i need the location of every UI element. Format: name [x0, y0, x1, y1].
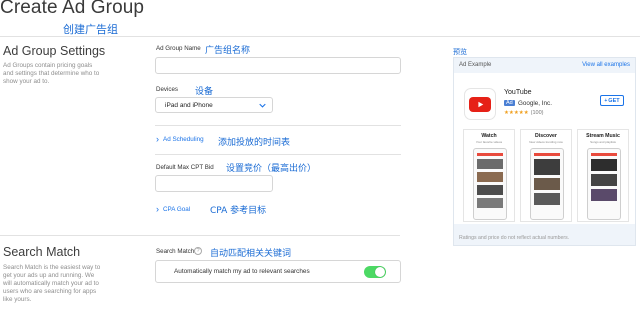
divider — [155, 125, 401, 126]
chevron-down-icon — [259, 103, 266, 108]
star-rating: ★★★★★ (100) — [504, 110, 544, 116]
youtube-logo-icon — [469, 96, 491, 112]
max-cpt-bid-label: Default Max CPT Bid — [156, 164, 214, 171]
get-button[interactable]: + GET — [600, 95, 624, 106]
page-title: Create Ad Group — [0, 0, 145, 18]
search-match-description: Search Match is the easiest way to get y… — [3, 264, 101, 303]
screenshot-title: Watch — [481, 133, 497, 139]
screenshot-discover: Discover New videos trending now — [520, 129, 572, 222]
ad-group-name-label: Ad Group Name — [156, 45, 201, 52]
search-match-toggle-text: Automatically match my ad to relevant se… — [174, 268, 310, 275]
ad-scheduling-link[interactable]: › Ad Scheduling — [156, 135, 204, 144]
screenshot-subtitle: Your favorite videos — [475, 140, 503, 144]
header-divider — [0, 36, 640, 37]
screenshot-title: Discover — [535, 133, 557, 139]
ad-group-name-input[interactable] — [155, 57, 401, 74]
ad-preview: YouTube Ad Google, Inc. ★★★★★ (100) + GET … — [454, 73, 635, 224]
ad-scheduling-annotation: 添加投放的时间表 — [218, 138, 291, 148]
search-match-label: Search Match — [156, 248, 195, 255]
card-footer-note: Ratings and price do not reflect actual … — [459, 235, 570, 241]
view-all-examples-link[interactable]: View all examples — [582, 62, 630, 68]
devices-select-value: iPad and iPhone — [165, 101, 213, 109]
page-title-annotation: 创建广告组 — [63, 23, 118, 36]
screenshot-stream-music: Stream Music Songs and playlists — [577, 129, 629, 222]
screenshot-subtitle: New videos trending now — [529, 140, 563, 144]
phone-mockup — [530, 148, 564, 220]
screenshot-title: Stream Music — [586, 133, 620, 139]
settings-description: Ad Groups contain pricing goals and sett… — [3, 62, 100, 85]
devices-annotation: 设备 — [195, 87, 214, 97]
cpa-goal-annotation: CPA 参考目标 — [210, 206, 267, 216]
phone-mockup — [587, 148, 621, 220]
card-header: Ad Example View all examples — [454, 58, 635, 72]
phone-mockup — [473, 148, 507, 220]
app-name: YouTube — [504, 89, 532, 96]
chevron-right-icon: › — [156, 204, 159, 214]
chevron-right-icon: › — [156, 134, 159, 144]
ad-badge: Ad — [504, 100, 515, 106]
ad-scheduling-label: Ad Scheduling — [163, 136, 204, 143]
screenshot-watch: Watch Your favorite videos — [463, 129, 515, 222]
max-cpt-bid-input[interactable] — [155, 175, 273, 192]
search-match-toggle[interactable] — [364, 265, 386, 278]
cpa-goal-link[interactable]: › CPA Goal — [156, 205, 190, 214]
divider — [155, 154, 401, 155]
max-cpt-bid-annotation: 设置竞价（最高出价） — [226, 164, 317, 174]
screenshot-subtitle: Songs and playlists — [590, 140, 616, 144]
stars-icon: ★★★★★ — [504, 110, 529, 116]
help-icon[interactable]: ? — [194, 247, 202, 255]
toggle-knob — [375, 266, 385, 277]
card-title: Ad Example — [459, 62, 492, 68]
search-match-annotation: 自动匹配相关关键词 — [210, 249, 292, 259]
search-match-title: Search Match — [3, 245, 81, 259]
settings-title: Ad Group Settings — [3, 44, 106, 58]
section-divider — [0, 235, 400, 236]
youtube-app-icon — [464, 88, 496, 120]
search-match-toggle-row: Automatically match my ad to relevant se… — [155, 260, 401, 283]
get-button-label: GET — [608, 97, 620, 104]
plus-icon: + — [604, 97, 608, 104]
rating-count: (100) — [530, 110, 544, 116]
cpa-goal-label: CPA Goal — [163, 206, 191, 213]
devices-select[interactable]: iPad and iPhone — [155, 97, 273, 113]
ad-example-card: Ad Example View all examples YouTube Ad … — [453, 57, 636, 246]
ad-group-name-annotation: 广告组名称 — [205, 46, 251, 56]
developer-name: Google, Inc. — [518, 100, 552, 107]
devices-label: Devices — [156, 86, 179, 93]
preview-annotation: 预览 — [453, 48, 467, 56]
